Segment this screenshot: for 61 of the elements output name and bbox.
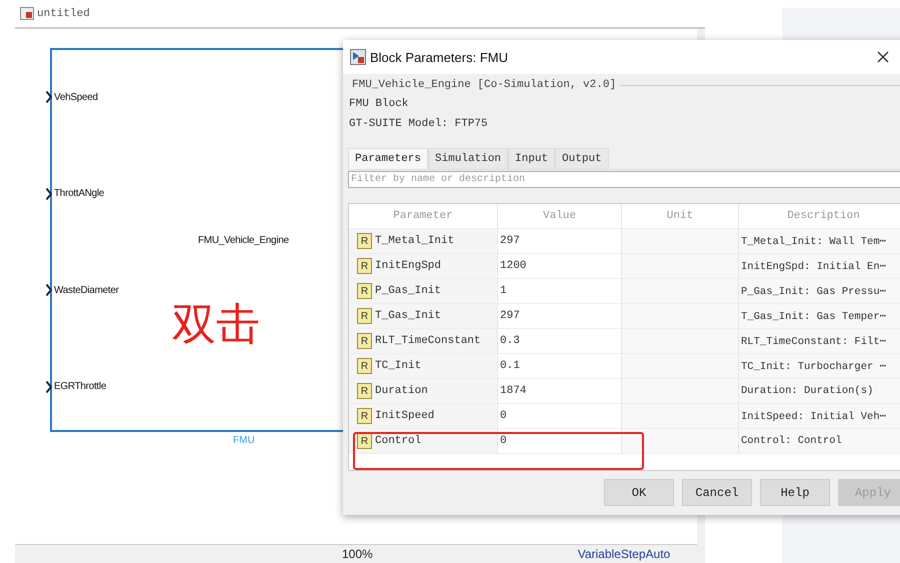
block-name: FMU_Vehicle_Engine <box>198 235 289 246</box>
description-cell: Control: Control <box>739 429 900 454</box>
unit-cell[interactable] <box>622 429 739 454</box>
dialog-button[interactable]: Help <box>760 479 830 506</box>
description-cell: RLT_TimeConstant: Filt⋯ <box>739 329 900 354</box>
parameter-name: Control <box>375 435 422 447</box>
parameter-icon: R <box>357 308 372 324</box>
parameter-name: T_Gas_Init <box>375 310 442 322</box>
input-port-icon <box>46 284 52 296</box>
port-label: WasteDiameter <box>54 284 119 296</box>
unit-cell[interactable] <box>622 229 739 254</box>
tab[interactable]: Parameters <box>348 148 428 169</box>
unit-cell[interactable] <box>622 279 739 304</box>
input-port-icon <box>46 380 52 393</box>
parameter-name: P_Gas_Init <box>375 285 442 297</box>
column-header: Value <box>498 204 622 229</box>
parameter-icon: R <box>357 283 372 299</box>
parameter-name: InitSpeed <box>375 410 434 422</box>
description-cell: InitEngSpd: Initial En⋯ <box>739 254 900 279</box>
block-label: FMU <box>233 435 255 446</box>
parameter-icon: R <box>357 258 372 274</box>
zoom-level: 100% <box>342 547 373 561</box>
filter-field[interactable]: Filter by name or description <box>348 171 900 188</box>
input-port-icon <box>46 188 52 200</box>
port-label: ThrottANgle <box>54 188 104 200</box>
parameter-name: Duration <box>375 385 428 397</box>
description-cell: Duration: Duration(s) <box>739 379 900 404</box>
description-cell: InitSpeed: Initial Veh⋯ <box>739 404 900 429</box>
info-text: FMU Block <box>348 97 410 112</box>
unit-cell[interactable] <box>622 254 739 279</box>
parameter-icon: R <box>357 333 372 349</box>
dialog-button[interactable]: Cancel <box>682 479 752 506</box>
parameter-icon: R <box>357 433 372 449</box>
block-icon <box>350 49 366 65</box>
dialog-button[interactable]: OK <box>604 479 674 506</box>
tab[interactable]: Simulation <box>428 148 508 169</box>
model-tab[interactable]: untitled <box>37 8 90 20</box>
unit-cell[interactable] <box>622 379 739 404</box>
close-icon <box>877 51 889 63</box>
parameter-name: TC_Init <box>375 360 422 372</box>
parameter-icon: R <box>357 358 372 374</box>
unit-cell[interactable] <box>622 354 739 379</box>
unit-cell[interactable] <box>622 304 739 329</box>
description-cell: P_Gas_Init: Gas Pressu⋯ <box>739 279 900 304</box>
parameter-icon: R <box>357 383 372 399</box>
parameter-name: InitEngSpd <box>375 260 442 272</box>
parameter-icon: R <box>357 408 372 424</box>
unit-cell[interactable] <box>622 404 739 429</box>
parameter-icon: R <box>357 233 372 249</box>
description-cell: TC_Init: Turbocharger ⋯ <box>739 354 900 379</box>
input-port-icon <box>46 91 52 104</box>
port-label: EGRThrottle <box>54 381 106 392</box>
solver-name[interactable]: VariableStepAuto <box>578 547 670 561</box>
tab[interactable]: Input <box>508 148 556 169</box>
unit-cell[interactable] <box>622 329 739 354</box>
tab[interactable]: Output <box>555 148 609 169</box>
model-icon <box>20 7 34 20</box>
port-label: VehSpeed <box>54 92 98 103</box>
description-cell: T_Metal_Init: Wall Tem⋯ <box>739 229 900 254</box>
description-cell: T_Gas_Init: Gas Temper⋯ <box>739 304 900 329</box>
annotation-text: 双击 <box>172 298 260 352</box>
